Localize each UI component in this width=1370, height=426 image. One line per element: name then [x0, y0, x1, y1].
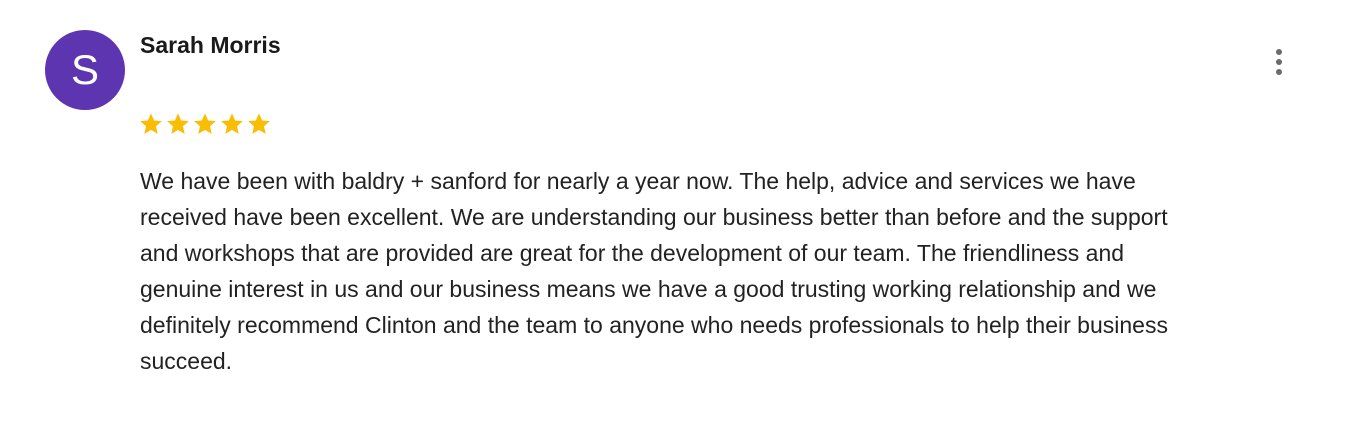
review-text: We have been with baldry + sanford for n… [140, 163, 1330, 379]
star-rating [138, 110, 272, 140]
avatar[interactable]: S [45, 30, 125, 110]
review-text-line: We have been with baldry + sanford for n… [140, 168, 1136, 194]
star-icon [221, 113, 243, 134]
author-name[interactable]: Sarah Morris [140, 32, 281, 59]
star-icon [248, 113, 270, 134]
star-icon [140, 113, 162, 134]
review-text-line: and workshops that are provided are grea… [140, 240, 1125, 266]
avatar-letter: S [70, 46, 99, 93]
more-vert-icon-dot [1276, 69, 1282, 75]
more-options-button[interactable] [1262, 45, 1296, 79]
star-icon [167, 113, 189, 134]
review-text-line: genuine interest in us and our business … [140, 276, 1157, 302]
review-card: S Sarah Morris We have been with baldry … [0, 0, 1370, 426]
more-vert-icon-dot [1276, 59, 1282, 65]
review-text-line: definitely recommend Clinton and the tea… [140, 312, 1168, 338]
review-text-line: succeed. [140, 348, 233, 374]
star-icon [194, 113, 216, 134]
more-vert-icon [1276, 49, 1282, 55]
review-text-line: received have been excellent. We are und… [140, 204, 1168, 230]
